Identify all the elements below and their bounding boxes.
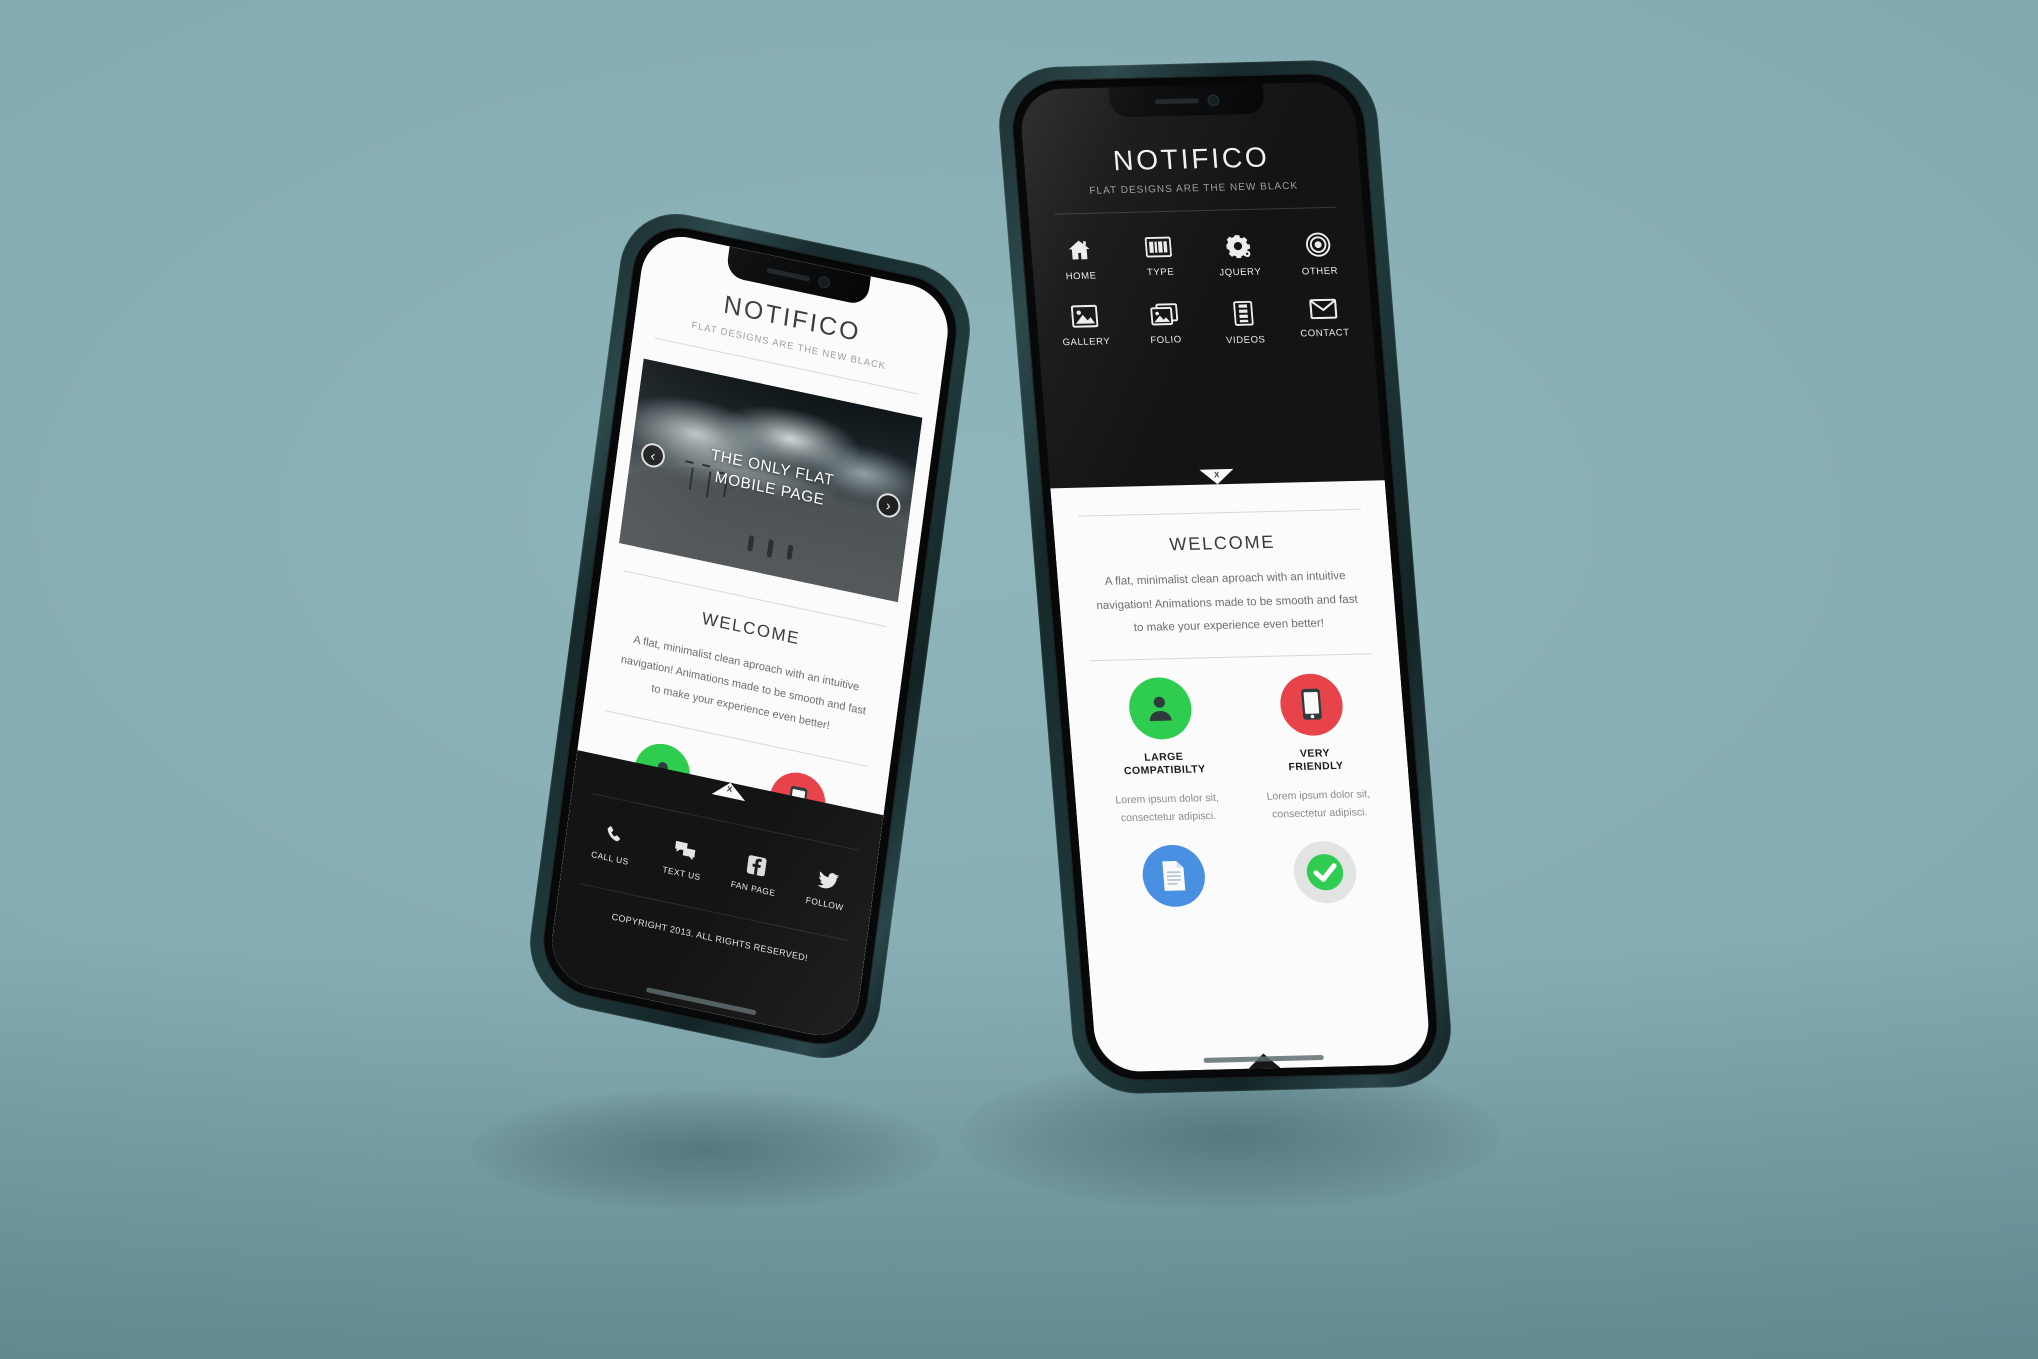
feature-title: VERY FRIENDLY (1239, 745, 1392, 775)
home-icon (1068, 240, 1090, 260)
typography-icon (1144, 236, 1173, 258)
menu-item-label: OTHER (1301, 265, 1339, 278)
menu-item-folio[interactable]: FOLIO (1123, 302, 1206, 349)
twitter-bird-icon (816, 871, 839, 889)
feature-card[interactable] (1246, 839, 1402, 904)
image-icon (1070, 304, 1099, 328)
footer-toggle-label: X (726, 784, 733, 795)
target-icon (1305, 232, 1331, 257)
feature-text-line2: consectetur adipisci. (1271, 806, 1368, 821)
menu-item-label: GALLERY (1062, 336, 1111, 349)
menu-item-jquery[interactable]: JQUERY (1197, 233, 1280, 280)
phone-screen-right: NOTIFICO FLAT DESIGNS ARE THE NEW BLACK … (1018, 81, 1432, 1073)
facebook-icon (746, 855, 767, 877)
feature-title: LARGE COMPATIBILTY (1088, 749, 1241, 779)
phone-device-right: NOTIFICO FLAT DESIGNS ARE THE NEW BLACK … (994, 59, 1456, 1095)
page-left: NOTIFICO FLAT DESIGNS ARE THE NEW BLACK (546, 228, 954, 1044)
welcome-section-right: WELCOME A flat, minimalist clean aproach… (1053, 509, 1398, 642)
front-camera-icon (1208, 95, 1219, 105)
phone-bezel-left: NOTIFICO FLAT DESIGNS ARE THE NEW BLACK (536, 217, 964, 1055)
notch-right (1108, 83, 1265, 118)
menu-item-label: TYPE (1146, 266, 1175, 279)
footer-links-left: CALL US TEXT US FAN PAGE FOLLOW (564, 790, 879, 918)
footer-item-label: CALL US (590, 849, 630, 867)
brand-title: NOTIFICO (1111, 141, 1271, 177)
footer-item-label: FAN PAGE (730, 878, 777, 899)
chat-bubbles-icon (674, 840, 695, 861)
feature-card[interactable]: LARGE COMPATIBILTY Lorem ipsum dolor sit… (1082, 675, 1245, 828)
phone-screen-left: NOTIFICO FLAT DESIGNS ARE THE NEW BLACK (546, 228, 954, 1044)
phone-icon (607, 826, 620, 842)
brand-tagline: FLAT DESIGNS ARE THE NEW BLACK (1088, 180, 1299, 197)
check-circle-icon (1290, 840, 1358, 904)
menu-item-label: JQUERY (1219, 266, 1262, 279)
floor-shading (0, 939, 2038, 1359)
feature-title-line2: COMPATIBILTY (1123, 763, 1207, 778)
feature-card[interactable] (1095, 843, 1251, 908)
menu-item-gallery[interactable]: GALLERY (1044, 304, 1127, 351)
features-grid-right: LARGE COMPATIBILTY Lorem ipsum dolor sit… (1064, 653, 1418, 908)
site-header-left: NOTIFICO FLAT DESIGNS ARE THE NEW BLACK (635, 229, 953, 384)
footer-item-text-us[interactable]: TEXT US (645, 833, 722, 886)
menu-close-button[interactable]: X (1199, 468, 1235, 485)
footer-item-label: FOLLOW (805, 894, 845, 913)
menu-item-label: VIDEOS (1225, 334, 1266, 347)
feature-title-line2: FRIENDLY (1288, 759, 1344, 773)
earpiece-speaker-icon (1154, 97, 1200, 104)
film-strip-icon (1233, 300, 1254, 326)
menu-item-label: CONTACT (1299, 327, 1351, 340)
page-right: NOTIFICO FLAT DESIGNS ARE THE NEW BLACK … (1018, 81, 1432, 1073)
phone-bezel-right: NOTIFICO FLAT DESIGNS ARE THE NEW BLACK … (1008, 72, 1442, 1082)
menu-item-contact[interactable]: CONTACT (1282, 298, 1365, 345)
feature-text-line2: consectetur adipisci. (1120, 809, 1217, 825)
images-stack-icon (1149, 303, 1178, 326)
main-menu: HOME TYPE JQUERY OTHER GALLERY FOLIO VID… (1028, 207, 1373, 351)
footer-item-follow[interactable]: FOLLOW (788, 863, 865, 916)
gear-icon (1226, 235, 1251, 259)
feature-card[interactable]: VERY FRIENDLY Lorem ipsum dolor sit, con… (1233, 672, 1396, 825)
welcome-paragraph: A flat, minimalist clean aproach with an… (1079, 564, 1375, 642)
footer-item-label: TEXT US (661, 864, 702, 883)
hero-slider[interactable]: THE ONLY FLAT MOBILE PAGE ‹ › (619, 358, 923, 603)
phone-device-left: NOTIFICO FLAT DESIGNS ARE THE NEW BLACK (522, 202, 978, 1070)
smartphone-icon (1277, 672, 1345, 737)
front-camera-icon (819, 276, 830, 288)
envelope-icon (1309, 298, 1338, 320)
menu-item-home[interactable]: HOME (1038, 237, 1121, 284)
feature-text: Lorem ipsum dolor sit, consectetur adipi… (1242, 786, 1396, 825)
menu-item-other[interactable]: OTHER (1277, 231, 1360, 278)
content-panel-right: X WELCOME A flat, minimalist clean aproa… (1050, 468, 1432, 1073)
footer-item-fan-page[interactable]: FAN PAGE (717, 848, 794, 901)
feature-text: Lorem ipsum dolor sit, consectetur adipi… (1091, 789, 1245, 828)
menu-item-videos[interactable]: VIDEOS (1203, 300, 1286, 347)
person-icon (1126, 676, 1194, 740)
menu-close-label: X (1213, 470, 1220, 480)
menu-item-type[interactable]: TYPE (1118, 235, 1201, 282)
menu-item-label: FOLIO (1149, 334, 1183, 347)
welcome-heading: WELCOME (1168, 531, 1276, 555)
document-icon (1139, 843, 1207, 908)
earpiece-speaker-icon (766, 267, 811, 282)
footer-item-call-us[interactable]: CALL US (573, 818, 650, 871)
menu-item-label: HOME (1065, 270, 1098, 283)
left-phone-shadow (470, 1090, 940, 1210)
